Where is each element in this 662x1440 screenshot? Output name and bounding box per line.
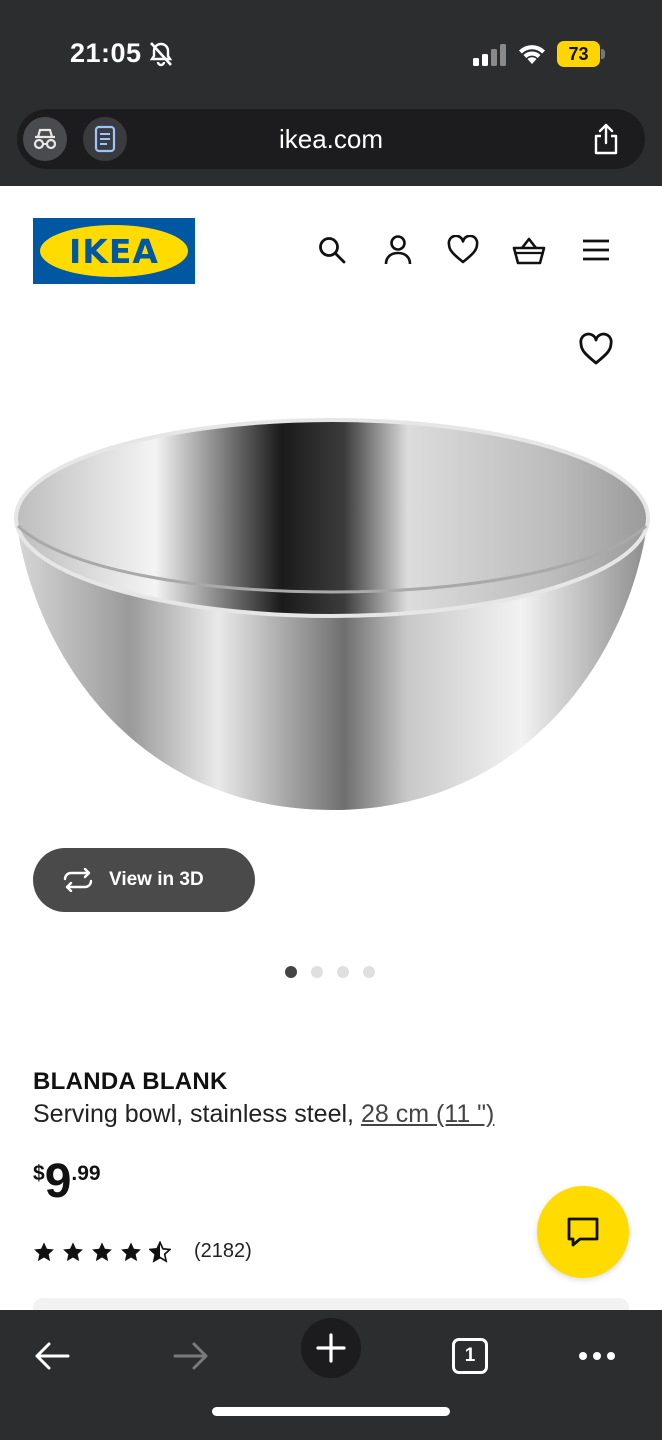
home-indicator[interactable]	[212, 1407, 450, 1416]
reader-button[interactable]	[83, 117, 127, 161]
status-time: 21:05	[70, 38, 142, 68]
search-button[interactable]	[314, 232, 350, 268]
menu-icon	[583, 239, 609, 261]
forward-arrow-icon	[173, 1342, 208, 1370]
incognito-icon	[33, 128, 57, 150]
account-button[interactable]	[380, 232, 416, 268]
browser-top-chrome: 21:05 73 ikea.com	[0, 0, 662, 186]
reader-icon	[94, 125, 116, 153]
gallery-dot-2[interactable]	[311, 966, 323, 978]
bell-muted-icon	[149, 42, 173, 67]
star-icon	[121, 1241, 141, 1261]
incognito-button[interactable]	[23, 117, 67, 161]
gallery-dot-4[interactable]	[363, 966, 375, 978]
price-decimal: .99	[71, 1162, 101, 1185]
product-description-text: Serving bowl, stainless steel,	[33, 1100, 361, 1128]
star-icon	[92, 1241, 112, 1261]
product-price: $9.99	[33, 1158, 101, 1206]
address-bar[interactable]: ikea.com	[17, 109, 645, 169]
rotate-3d-icon	[63, 868, 93, 892]
browser-bottom-toolbar: 1	[0, 1310, 662, 1440]
view-in-3d-button[interactable]: View in 3D	[33, 848, 255, 912]
logo-text: IKEA	[40, 225, 188, 277]
basket-icon	[512, 237, 546, 265]
chat-button[interactable]	[537, 1186, 629, 1278]
share-icon[interactable]	[591, 123, 621, 155]
search-icon	[319, 237, 346, 264]
wifi-icon	[519, 45, 545, 64]
menu-button[interactable]	[578, 232, 614, 268]
price-currency: $	[33, 1162, 45, 1185]
gallery-dot-3[interactable]	[337, 966, 349, 978]
product-description: Serving bowl, stainless steel, 28 cm (11…	[33, 1100, 494, 1129]
product-name: BLANDA BLANK	[33, 1068, 228, 1095]
star-half-icon	[149, 1240, 171, 1263]
signal-icon	[473, 44, 506, 66]
battery-level: 73	[568, 44, 589, 64]
view-in-3d-label: View in 3D	[109, 869, 204, 890]
product-size-link[interactable]: 28 cm (11 ")	[361, 1100, 494, 1128]
tabs-button[interactable]: 1	[440, 1326, 500, 1386]
gallery-dot-1[interactable]	[285, 966, 297, 978]
ikea-logo[interactable]: IKEA	[33, 218, 195, 284]
new-tab-button[interactable]	[301, 1318, 361, 1378]
basket-button[interactable]	[511, 232, 547, 268]
account-icon	[384, 235, 412, 265]
price-integer: 9	[44, 1155, 72, 1208]
new-tab-plus-icon	[316, 1333, 346, 1363]
battery-icon: 73	[557, 41, 605, 67]
favourites-button[interactable]	[445, 232, 481, 268]
back-arrow-icon	[35, 1342, 70, 1370]
more-button[interactable]	[567, 1326, 627, 1386]
gallery-pagination	[285, 966, 375, 978]
rating-count: (2182)	[194, 1240, 252, 1262]
heart-icon	[447, 235, 479, 264]
star-icon	[63, 1241, 83, 1261]
back-button[interactable]	[22, 1326, 82, 1386]
star-icon	[34, 1241, 54, 1261]
product-rating[interactable]: (2182)	[33, 1240, 252, 1263]
product-image-bowl[interactable]	[12, 418, 652, 818]
add-to-favourites-heart-icon[interactable]	[578, 332, 614, 368]
more-icon	[579, 1352, 615, 1360]
tabs-icon: 1	[452, 1338, 488, 1374]
forward-button[interactable]	[161, 1326, 221, 1386]
chat-icon	[567, 1217, 599, 1247]
